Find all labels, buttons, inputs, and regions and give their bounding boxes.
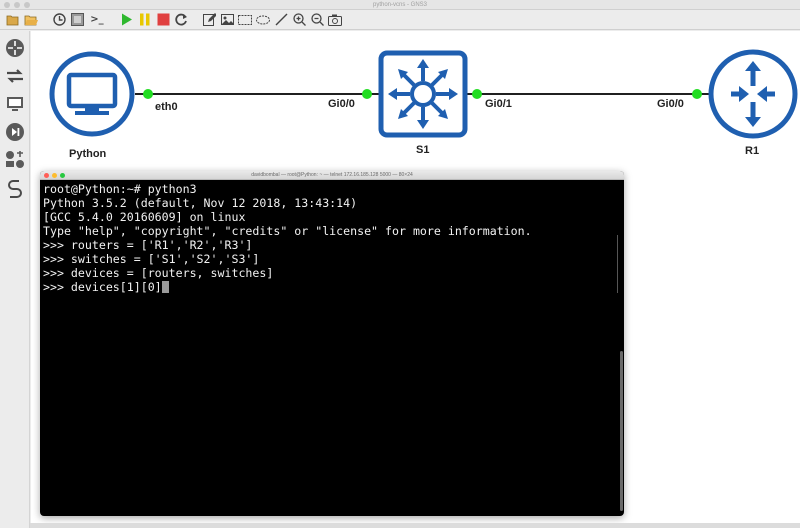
console-all-icon[interactable]: >_ [88,13,106,27]
title-bar: python-vcns - GNS3 [0,0,800,10]
terminal-divider [617,235,618,293]
reload-all-icon[interactable] [174,13,188,27]
node-python[interactable] [49,51,135,137]
terminal-scrollbar[interactable] [620,351,623,511]
terminal-line: >>> switches = ['S1','S2','S3'] [43,252,260,266]
show-interface-labels-icon[interactable] [70,13,84,27]
browse-security-devices-icon[interactable] [4,121,26,143]
add-note-icon[interactable] [202,13,216,27]
port-status-s1-gi0-1 [472,89,482,99]
terminal-line: root@Python:~# python3 [43,182,197,196]
terminal-cursor [161,281,169,293]
port-status-r1-gi0-0 [692,89,702,99]
terminal-line: Type "help", "copyright", "credits" or "… [43,224,532,238]
browse-all-devices-icon[interactable] [4,149,26,171]
node-label-s1[interactable]: S1 [416,144,429,156]
port-label-python-eth0: eth0 [155,101,178,113]
device-dock [0,31,30,528]
terminal-window[interactable]: davidbombal — root@Python: ~ — telnet 17… [40,171,624,516]
terminal-line: [GCC 5.4.0 20160609] on linux [43,210,246,224]
draw-ellipse-icon[interactable] [256,13,270,27]
draw-rectangle-icon[interactable] [238,13,252,27]
node-r1[interactable] [708,49,798,139]
terminal-line: >>> devices[1][0] [43,280,162,294]
terminal-line: Python 3.5.2 (default, Nov 12 2018, 13:4… [43,196,358,210]
screenshot-icon[interactable] [328,13,342,27]
node-label-r1[interactable]: R1 [745,145,759,157]
draw-line-icon[interactable] [274,13,288,27]
gns3-window: python-vcns - GNS3 >_ eth0 Gi0/0 Gi0/1 G… [0,0,800,528]
browse-routers-icon[interactable] [4,37,26,59]
port-label-s1-gi0-0: Gi0/0 [328,98,355,110]
browse-end-devices-icon[interactable] [4,93,26,115]
new-project-icon[interactable] [6,13,20,27]
node-s1[interactable] [378,50,468,138]
window-title: python-vcns - GNS3 [372,2,428,8]
terminal-output[interactable]: root@Python:~# python3 Python 3.5.2 (defa… [40,180,624,296]
stop-all-icon[interactable] [156,13,170,27]
main-toolbar: >_ [0,10,800,30]
open-project-icon[interactable] [24,13,38,27]
node-label-python[interactable]: Python [69,148,106,160]
terminal-title-bar: davidbombal — root@Python: ~ — telnet 17… [40,171,624,180]
port-label-r1-gi0-0: Gi0/0 [657,98,684,110]
snapshot-icon[interactable] [52,13,66,27]
add-link-icon[interactable] [4,177,26,199]
terminal-line: >>> devices = [routers, switches] [43,266,274,280]
zoom-out-icon[interactable] [310,13,324,27]
canvas-horizontal-scrollbar[interactable] [30,523,800,528]
terminal-line: >>> routers = ['R1','R2','R3'] [43,238,253,252]
port-status-python-eth0 [143,89,153,99]
terminal-title: davidbombal — root@Python: ~ — telnet 17… [251,172,413,178]
zoom-in-icon[interactable] [292,13,306,27]
port-status-s1-gi0-0 [362,89,372,99]
terminal-prompt-line[interactable]: >>> devices[1][0] [43,280,621,294]
insert-picture-icon[interactable] [220,13,234,27]
suspend-all-icon[interactable] [138,13,152,27]
port-label-s1-gi0-1: Gi0/1 [485,98,512,110]
browse-switches-icon[interactable] [4,65,26,87]
start-all-icon[interactable] [120,13,134,27]
